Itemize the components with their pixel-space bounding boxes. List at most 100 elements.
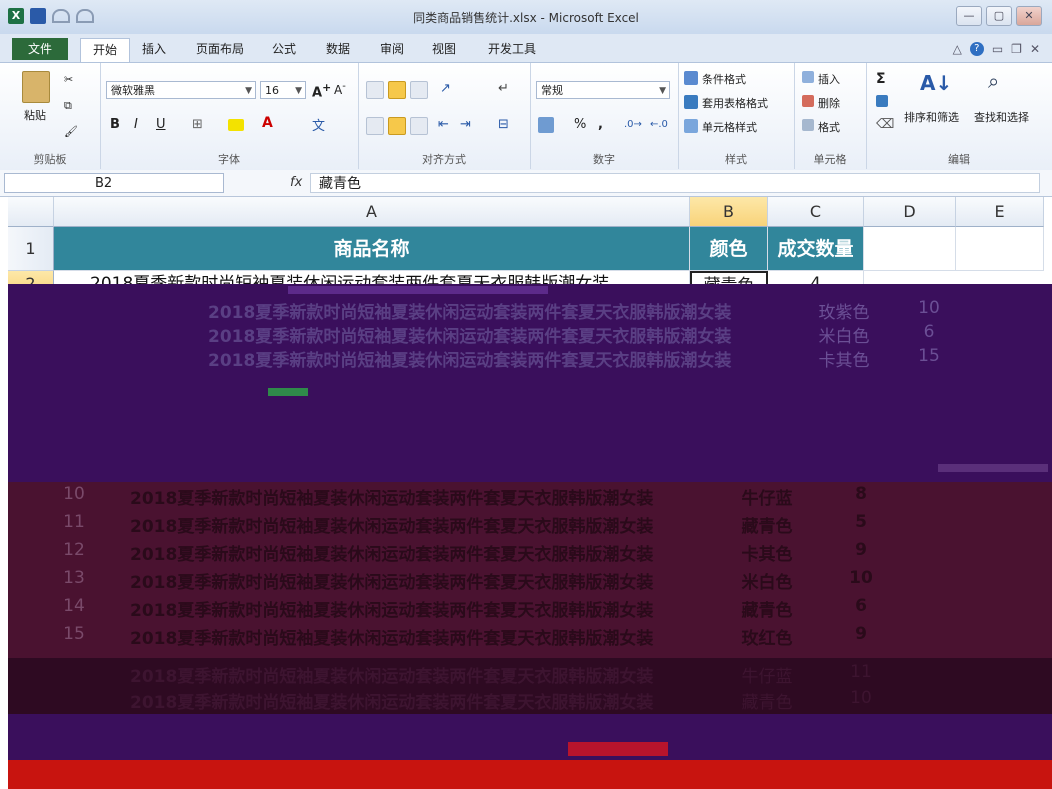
minimize-button[interactable]: — [956,6,982,26]
format-table-icon[interactable] [684,95,698,109]
delete-button[interactable]: 删除 [818,95,840,111]
wrap-text-icon[interactable]: ↵ [498,81,509,96]
orientation-icon[interactable]: ↗ [440,81,451,96]
format-button[interactable]: 格式 [818,119,840,135]
copy-icon[interactable]: ⧉ [64,99,72,113]
close-button[interactable]: ✕ [1016,6,1042,26]
number-label: 数字 [593,153,615,166]
glitch-qty-upper-3: 15 [918,346,940,366]
name-box[interactable]: B2 [4,173,224,193]
increase-decimal-icon[interactable]: .0→ [624,119,642,130]
border-icon[interactable]: ⊞ [192,117,203,132]
insert-icon[interactable] [802,71,814,83]
font-size-combo[interactable]: 16 ▼ [260,81,306,99]
col-header-c[interactable]: C [768,197,864,227]
decrease-decimal-icon[interactable]: ←.0 [650,119,668,130]
glitch-row-number: 11 [63,512,85,532]
align-top-icon[interactable] [366,81,384,99]
select-all-corner[interactable] [8,197,54,227]
tab-view[interactable]: 视图 [424,38,464,60]
font-name-combo[interactable]: 微软雅黑 ▼ [106,81,256,99]
glitch-row-qty: 6 [855,596,867,616]
tab-formulas[interactable]: 公式 [264,38,304,60]
format-icon[interactable] [802,119,814,131]
glitch-row-color: 卡其色 [741,545,793,565]
delete-icon[interactable] [802,95,814,107]
paste-icon[interactable] [22,71,50,103]
header-product-name[interactable]: 商品名称 [54,227,690,271]
cell-styles-icon[interactable] [684,119,698,133]
cell-e1[interactable] [956,227,1044,271]
maximize-button[interactable]: ▢ [986,6,1012,26]
format-table-button[interactable]: 套用表格格式 [702,95,768,111]
italic-button[interactable]: I [134,117,138,132]
glitch-qty-upper-1: 10 [918,298,940,318]
col-header-d[interactable]: D [864,197,956,227]
tab-insert[interactable]: 插入 [136,38,172,60]
glitch-color-upper-1: 玫紫色 [818,303,870,323]
conditional-format-icon[interactable] [684,71,698,85]
paste-button[interactable]: 粘贴 [18,107,52,123]
tab-review[interactable]: 审阅 [372,38,412,60]
col-header-e[interactable]: E [956,197,1044,227]
cut-icon[interactable]: ✂ [64,73,73,86]
merge-center-icon[interactable]: ⊟ [498,117,509,132]
phonetic-icon[interactable]: 文 [312,115,325,134]
decrease-indent-icon[interactable]: ⇤ [438,117,449,132]
percent-button[interactable]: % [574,117,586,132]
cell-d1[interactable] [864,227,956,271]
doc-close-icon[interactable]: ✕ [1030,42,1040,56]
glitch-noise-bar [288,286,548,294]
currency-icon[interactable] [538,117,554,133]
align-center-icon[interactable] [388,117,406,135]
doc-restore-icon[interactable]: ❐ [1011,42,1022,56]
fill-color-icon[interactable] [228,119,244,131]
increase-indent-icon[interactable]: ⇥ [460,117,471,132]
col-header-b[interactable]: B [690,197,768,227]
insert-button[interactable]: 插入 [818,71,840,87]
shrink-font-icon[interactable]: A- [334,81,346,97]
ribbon-minimize-icon[interactable]: △ [953,42,962,56]
tab-file[interactable]: 文件 [12,38,68,60]
header-quantity[interactable]: 成交数量 [768,227,864,271]
autosum-button[interactable]: Σ [876,71,886,87]
cell-styles-button[interactable]: 单元格样式 [702,119,757,135]
sort-filter-button[interactable]: 排序和筛选 [904,109,959,125]
comma-button[interactable]: , [598,117,603,132]
align-bottom-icon[interactable] [410,81,428,99]
glitch-row-color: 牛仔蓝 [741,489,793,509]
formula-input[interactable]: 藏青色 [310,173,1040,193]
fill-icon[interactable] [876,95,888,107]
glitch-upper-band: 2018夏季新款时尚短袖夏装休闲运动套装两件套夏天衣服韩版潮女装 2018夏季新… [8,298,1052,394]
bold-button[interactable]: B [110,117,120,132]
doc-minimize-icon[interactable]: ▭ [992,42,1003,56]
glitch-text-upper-1: 2018夏季新款时尚短袖夏装休闲运动套装两件套夏天衣服韩版潮女装 [208,303,732,323]
col-header-a[interactable]: A [54,197,690,227]
conditional-format-button[interactable]: 条件格式 [702,71,746,87]
align-right-icon[interactable] [410,117,428,135]
tab-developer[interactable]: 开发工具 [480,38,544,60]
format-painter-icon[interactable]: 🖌 [64,125,78,138]
glitch-row-number: 10 [63,484,85,504]
tab-home[interactable]: 开始 [80,38,130,63]
tab-page-layout[interactable]: 页面布局 [188,38,252,60]
number-format-combo[interactable]: 常规 ▼ [536,81,670,99]
glitch-row-text: 2018夏季新款时尚短袖夏装休闲运动套装两件套夏天衣服韩版潮女装 [130,629,654,649]
group-number: 常规 ▼ % , .0→ ←.0 数字 [530,63,679,169]
clear-icon[interactable]: ⌫ [876,117,894,132]
underline-button[interactable]: U [156,117,166,132]
alignment-label: 对齐方式 [422,153,466,166]
find-select-button[interactable]: 查找和选择 [974,109,1029,125]
align-left-icon[interactable] [366,117,384,135]
help-icon[interactable]: ? [969,42,984,56]
find-icon[interactable]: ⌕ [988,69,999,93]
align-middle-icon[interactable] [388,81,406,99]
header-color[interactable]: 颜色 [690,227,768,271]
row-header-1[interactable]: 1 [8,227,54,271]
fx-icon[interactable]: fx [290,175,302,190]
sort-filter-icon[interactable]: A↓ [920,71,952,95]
grow-font-icon[interactable]: A+ [312,81,331,100]
tab-data[interactable]: 数据 [318,38,358,60]
glitch-tail-band: 2018夏季新款时尚短袖夏装休闲运动套装两件套夏天衣服韩版潮女装 2018夏季新… [8,658,1052,714]
font-color-icon[interactable]: A [262,115,273,131]
